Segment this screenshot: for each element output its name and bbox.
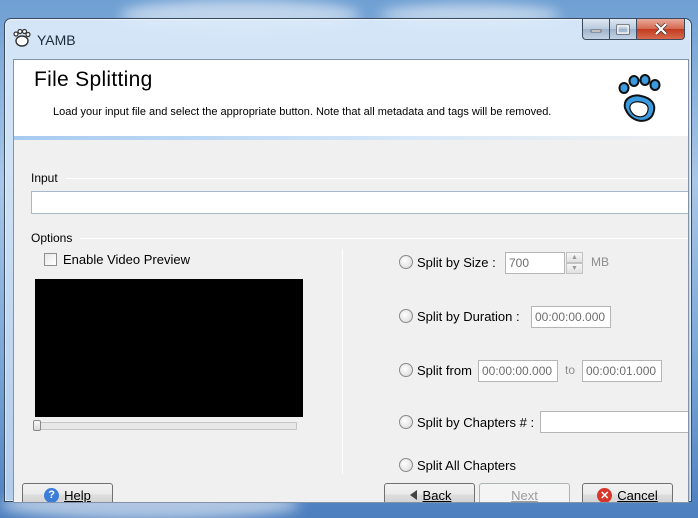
preview-seek-thumb[interactable] [33,420,41,431]
app-window: YAMB File Splitting Load your input file… [4,18,692,503]
split-size-spinner[interactable]: ▲ ▼ [566,252,583,274]
split-by-duration-label[interactable]: Split by Duration : [417,309,520,324]
split-from-start-field[interactable]: 00:00:00.000 [478,360,558,382]
page-description: Load your input file and select the appr… [53,106,552,118]
minimize-button[interactable] [582,19,610,40]
spin-up-icon[interactable]: ▲ [566,252,583,263]
back-arrow-icon [409,490,417,500]
input-group-label: Input [31,171,58,185]
split-by-chapters-label[interactable]: Split by Chapters # : [417,415,534,430]
next-button[interactable]: Next [479,483,570,503]
wizard-client-area: File Splitting Load your input file and … [13,59,689,503]
split-all-chapters-label[interactable]: Split All Chapters [417,458,516,473]
close-icon [654,23,667,35]
help-icon: ? [44,487,60,502]
maximize-button[interactable] [610,19,637,40]
size-unit-label: MB [591,255,609,269]
split-from-radio[interactable] [399,363,413,377]
split-from-end-field[interactable]: 00:00:01.000 [582,360,662,382]
wizard-header: File Splitting Load your input file and … [14,60,688,138]
spin-down-icon[interactable]: ▼ [566,263,583,274]
split-chapters-field[interactable] [540,411,688,433]
split-all-chapters-radio[interactable] [399,458,413,472]
back-button-label: Back [422,487,452,503]
split-from-to-label: to [565,363,576,377]
help-button[interactable]: ? Help [22,483,113,503]
enable-video-preview-label[interactable]: Enable Video Preview [63,252,190,267]
help-button-label: Help [64,487,91,503]
gnome-foot-logo-icon [618,74,661,122]
cancel-icon: ✕ [597,487,613,502]
split-by-size-label[interactable]: Split by Size : [417,255,496,270]
enable-video-preview-checkbox[interactable] [44,253,57,266]
options-divider [80,238,688,239]
preview-seek-track[interactable] [35,422,297,430]
options-vertical-divider [342,249,343,474]
header-accent-line [14,136,688,140]
input-file-field[interactable] [31,191,688,214]
window-controls [582,19,685,41]
back-button[interactable]: Back [384,483,475,503]
cancel-button-label: Cancel [617,487,658,503]
cancel-button[interactable]: ✕ Cancel [582,483,673,503]
split-from-label[interactable]: Split from [417,363,472,378]
options-group-label: Options [31,231,73,245]
window-title: YAMB [37,32,76,48]
maximize-icon [616,24,630,34]
split-by-duration-radio[interactable] [399,309,413,323]
split-duration-field[interactable]: 00:00:00.000 [531,306,611,328]
page-title: File Splitting [34,68,153,91]
next-button-label: Next [511,487,538,503]
title-bar[interactable]: YAMB [5,19,691,59]
video-preview [35,279,303,417]
minimize-icon [590,29,602,33]
close-button[interactable] [637,19,685,40]
split-size-field[interactable]: 700 [505,252,565,274]
split-by-size-radio[interactable] [399,255,413,269]
split-by-chapters-radio[interactable] [399,415,413,429]
gnome-foot-icon [13,28,31,47]
input-divider [66,178,688,179]
